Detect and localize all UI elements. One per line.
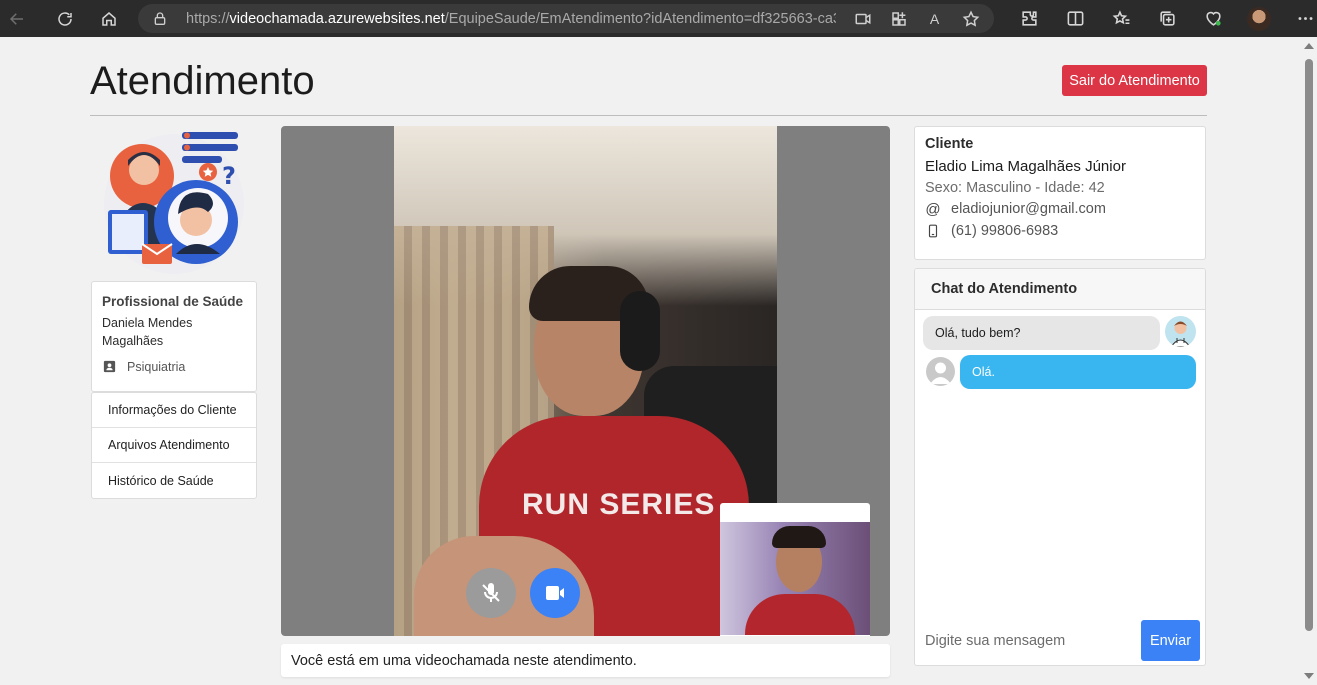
- scroll-up-icon[interactable]: [1304, 43, 1314, 49]
- favorites-icon[interactable]: [1098, 0, 1144, 37]
- professional-name: Daniela Mendes Magalhães: [102, 316, 193, 348]
- local-video-preview[interactable]: [720, 503, 870, 636]
- profile-avatar[interactable]: [1236, 0, 1282, 37]
- client-name: Eladio Lima Magalhães Júnior: [925, 158, 1126, 175]
- mute-microphone-button[interactable]: [466, 568, 516, 618]
- chat-heading: Chat do Atendimento: [915, 269, 1205, 310]
- camera-icon: [546, 586, 564, 600]
- exit-attendance-button[interactable]: Sair do Atendimento: [1062, 65, 1207, 96]
- client-card: Cliente Eladio Lima Magalhães Júnior Sex…: [914, 126, 1206, 260]
- chat-panel: Chat do Atendimento Olá, tudo bem? Olá. …: [914, 268, 1206, 666]
- doctor-avatar-icon: [1165, 316, 1196, 347]
- phone-icon: [925, 223, 941, 239]
- page-title: Atendimento: [90, 59, 315, 103]
- read-aloud-icon[interactable]: A: [925, 9, 944, 28]
- svg-text:?: ?: [222, 162, 236, 190]
- professional-heading: Profissional de Saúde: [102, 294, 244, 309]
- url-text: https://videochamada.azurewebsites.net/E…: [186, 11, 836, 27]
- video-call-area: RUN SERIES: [281, 126, 890, 636]
- telehealth-illustration: ?: [104, 132, 244, 274]
- collections-icon[interactable]: [1144, 0, 1190, 37]
- shirt-print: RUN SERIES: [522, 488, 716, 521]
- client-sex-age: Sexo: Masculino - Idade: 42: [925, 180, 1105, 196]
- extensions-icon[interactable]: [1006, 0, 1052, 37]
- video-icon[interactable]: [853, 9, 872, 28]
- browser-toolbar: https://videochamada.azurewebsites.net/E…: [0, 0, 1317, 37]
- title-divider: [90, 115, 1207, 116]
- browser-essentials-icon[interactable]: [1190, 0, 1236, 37]
- home-icon[interactable]: [92, 0, 126, 37]
- client-heading: Cliente: [925, 136, 974, 152]
- chat-message-professional: Olá, tudo bem?: [923, 316, 1160, 350]
- at-sign-icon: @: [925, 200, 941, 218]
- address-bar[interactable]: https://videochamada.azurewebsites.net/E…: [138, 4, 994, 33]
- lock-icon: [154, 11, 166, 25]
- specialty-label: Psiquiatria: [127, 359, 186, 374]
- url-path: /EquipeSaude/EmAtendimento?idAtendimento…: [444, 10, 836, 27]
- id-badge-icon: [103, 360, 116, 373]
- send-message-button[interactable]: Enviar: [1141, 620, 1200, 661]
- chat-message-input[interactable]: [915, 620, 1135, 662]
- apps-icon[interactable]: [889, 9, 908, 28]
- refresh-icon[interactable]: [48, 0, 82, 37]
- mic-off-icon: [482, 583, 500, 602]
- more-options-icon[interactable]: [1282, 0, 1317, 37]
- menu-item-attendance-files[interactable]: Arquivos Atendimento: [92, 428, 256, 463]
- professional-specialty: Psiquiatria: [102, 359, 246, 374]
- url-scheme: https://: [186, 10, 230, 27]
- favorite-star-icon[interactable]: [961, 9, 980, 28]
- menu-item-health-history[interactable]: Histórico de Saúde: [92, 463, 256, 498]
- url-host: videochamada.azurewebsites.net: [229, 10, 445, 27]
- split-screen-icon[interactable]: [1052, 0, 1098, 37]
- client-phone: (61) 99806-6983: [951, 223, 1059, 239]
- page-scrollbar[interactable]: [1300, 37, 1317, 685]
- user-avatar-icon: [926, 357, 955, 386]
- page-viewport: Atendimento Sair do Atendimento ? Profis…: [0, 37, 1317, 685]
- chat-message-client: Olá.: [960, 355, 1196, 389]
- professional-card: Profissional de Saúde Daniela Mendes Mag…: [91, 281, 257, 392]
- scrollbar-thumb[interactable]: [1305, 59, 1313, 631]
- toggle-camera-button[interactable]: [530, 568, 580, 618]
- back-icon[interactable]: [0, 0, 34, 37]
- side-menu: Informações do Cliente Arquivos Atendime…: [91, 392, 257, 499]
- menu-item-client-info[interactable]: Informações do Cliente: [92, 393, 256, 428]
- video-status-caption: Você está em uma videochamada neste aten…: [281, 644, 890, 677]
- scroll-down-icon[interactable]: [1304, 673, 1314, 679]
- client-email: eladiojunior@gmail.com: [951, 201, 1106, 217]
